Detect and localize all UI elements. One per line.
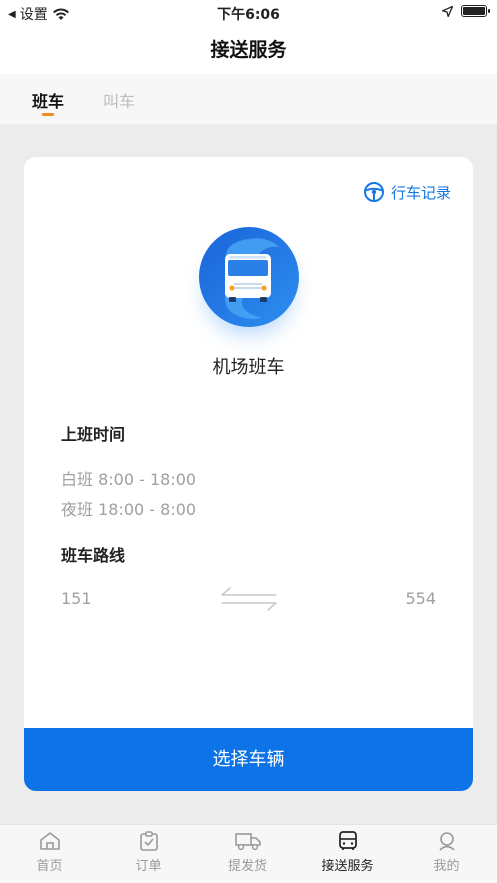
profile-icon [438,832,455,851]
route-label: 班车路线 [61,546,126,565]
schedule-day-shift: 白班 8:00 - 18:00 [61,470,197,489]
location-arrow-icon [442,5,453,17]
tab-call-car[interactable]: 叫车 [103,88,135,112]
tab-indicator [42,113,54,116]
shuttle-logo [196,225,300,335]
tabbar-item-shuttle[interactable]: 接送服务 [298,831,397,874]
nav-bar: 接送服务 [0,26,497,74]
page-title: 接送服务 [210,39,287,61]
tabbar-label-orders: 订单 [135,859,162,874]
home-icon [39,832,60,850]
schedule-label: 上班时间 [61,425,126,444]
route-from: 151 [61,589,92,608]
trip-record-link[interactable]: 行车记录 [363,181,451,203]
schedule-night-shift: 夜班 18:00 - 8:00 [61,500,197,519]
tabbar-item-profile[interactable]: 我的 [397,831,496,874]
select-vehicle-button[interactable]: 选择车辆 [24,728,473,791]
tab-shuttle[interactable]: 班车 [32,88,64,112]
bus-logo-icon [199,227,299,327]
tabbar-label-home: 首页 [36,859,63,874]
bottom-tab-bar: 首页 订单 提发货 接送服务 我的 [0,824,497,883]
swap-arrows-icon [221,587,277,611]
tabbar-label-shipping: 提发货 [227,859,267,874]
status-time: 下午6:06 [217,7,280,23]
order-icon [139,831,158,851]
tabbar-item-home[interactable]: 首页 [0,831,99,874]
steering-wheel-icon [363,182,384,202]
status-bar: ◀ 设置 下午6:06 [0,0,497,26]
route-to: 554 [405,589,436,608]
tab-bar: 班车 叫车 [0,74,497,124]
tabbar-item-orders[interactable]: 订单 [99,831,198,874]
shuttle-card: 行车记录 机场班车 上班时间 白班 8:00 - 18:00 夜班 18:00 … [24,157,473,791]
truck-icon [234,833,261,851]
tabbar-label-profile: 我的 [433,859,460,874]
bus-icon [338,831,357,850]
shuttle-name: 机场班车 [212,357,285,378]
tabbar-label-shuttle: 接送服务 [321,859,374,874]
trip-record-label: 行车记录 [390,183,451,202]
battery-icon [461,5,490,17]
tabbar-item-shipping[interactable]: 提发货 [198,831,297,874]
